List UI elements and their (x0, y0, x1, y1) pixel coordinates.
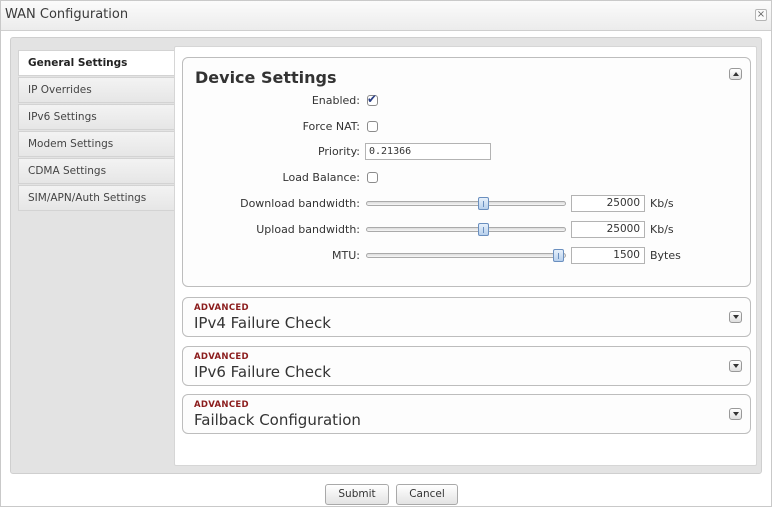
enabled-row: Enabled: (183, 92, 360, 110)
sidebar-item-ipv6-settings[interactable]: IPv6 Settings (18, 104, 176, 130)
upload-bandwidth-label: Upload bandwidth: (256, 223, 360, 236)
upload-bandwidth-row: Upload bandwidth: (183, 221, 360, 239)
sidebar-item-modem-settings[interactable]: Modem Settings (18, 131, 176, 157)
enabled-label: Enabled: (311, 94, 360, 107)
cancel-button[interactable]: Cancel (396, 484, 458, 505)
upload-bandwidth-unit: Kb/s (650, 223, 674, 236)
device-settings-panel: Device Settings Enabled: Force NAT: Prio… (182, 57, 751, 287)
expand-down-icon[interactable] (729, 360, 742, 372)
enabled-checkbox[interactable] (367, 92, 378, 106)
download-bandwidth-slider[interactable] (366, 201, 566, 206)
device-settings-title: Device Settings (195, 68, 337, 87)
upload-bandwidth-input[interactable]: 25000 (571, 221, 645, 238)
failback-configuration-panel[interactable]: ADVANCED Failback Configuration (182, 394, 751, 434)
advanced-tag: ADVANCED (194, 303, 249, 313)
dialog-title: WAN Configuration (5, 7, 129, 22)
download-bandwidth-label: Download bandwidth: (240, 197, 360, 210)
ipv4-failure-check-panel[interactable]: ADVANCED IPv4 Failure Check (182, 297, 751, 337)
load-balance-label: Load Balance: (282, 171, 360, 184)
expand-down-icon[interactable] (729, 408, 742, 420)
dialog-footer: Submit Cancel (1, 479, 771, 507)
ipv6-failure-check-panel[interactable]: ADVANCED IPv6 Failure Check (182, 346, 751, 386)
wan-configuration-dialog: WAN Configuration × General Settings IP … (0, 0, 772, 507)
sidebar-item-general-settings[interactable]: General Settings (18, 50, 176, 76)
sidebar-item-sim-apn-auth-settings[interactable]: SIM/APN/Auth Settings (18, 185, 176, 211)
download-bandwidth-unit: Kb/s (650, 197, 674, 210)
load-balance-checkbox[interactable] (367, 172, 378, 183)
sidebar-item-ip-overrides[interactable]: IP Overrides (18, 77, 176, 103)
mtu-slider-handle[interactable] (553, 249, 564, 262)
submit-button[interactable]: Submit (325, 484, 389, 505)
priority-input[interactable]: 0.21366 (365, 143, 491, 160)
ipv6-failure-check-title: IPv6 Failure Check (194, 363, 331, 381)
force-nat-row: Force NAT: (183, 118, 360, 136)
collapse-up-icon[interactable] (729, 68, 742, 80)
force-nat-label: Force NAT: (302, 120, 360, 133)
mtu-input[interactable]: 1500 (571, 247, 645, 264)
title-bar: WAN Configuration × (1, 1, 771, 31)
priority-row: Priority: (183, 143, 360, 161)
load-balance-row: Load Balance: (183, 169, 360, 187)
sidebar: General Settings IP Overrides IPv6 Setti… (18, 50, 176, 212)
content-pane: Device Settings Enabled: Force NAT: Prio… (174, 46, 757, 466)
expand-down-icon[interactable] (729, 311, 742, 323)
advanced-tag: ADVANCED (194, 352, 249, 362)
close-icon[interactable]: × (755, 9, 767, 21)
mtu-slider[interactable] (366, 253, 566, 258)
mtu-unit: Bytes (650, 249, 681, 262)
force-nat-checkbox[interactable] (367, 121, 378, 132)
failback-configuration-title: Failback Configuration (194, 411, 361, 429)
mtu-row: MTU: (183, 247, 360, 265)
priority-label: Priority: (317, 145, 360, 158)
upload-bandwidth-slider-handle[interactable] (478, 223, 490, 236)
download-bandwidth-row: Download bandwidth: (183, 195, 360, 213)
upload-bandwidth-slider[interactable] (366, 227, 566, 232)
dialog-body: General Settings IP Overrides IPv6 Setti… (10, 37, 762, 474)
download-bandwidth-input[interactable]: 25000 (571, 195, 645, 212)
download-bandwidth-slider-handle[interactable] (478, 197, 490, 210)
sidebar-item-cdma-settings[interactable]: CDMA Settings (18, 158, 176, 184)
mtu-label: MTU: (332, 249, 360, 262)
advanced-tag: ADVANCED (194, 400, 249, 410)
ipv4-failure-check-title: IPv4 Failure Check (194, 314, 331, 332)
